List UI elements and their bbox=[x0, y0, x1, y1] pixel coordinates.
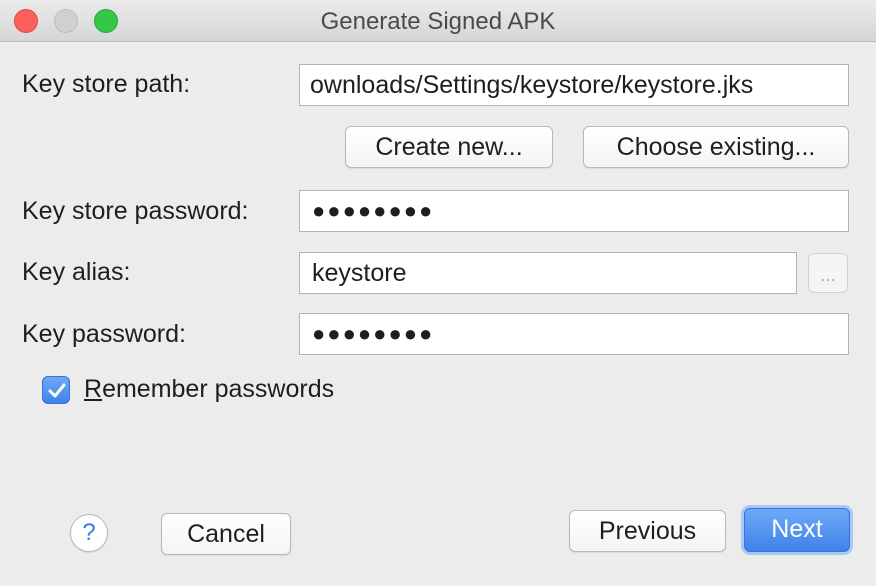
keystore-path-field[interactable]: ownloads/Settings/keystore/keystore.jks bbox=[299, 64, 849, 106]
keystore-password-label: Key store password: bbox=[22, 197, 249, 225]
key-alias-field[interactable]: keystore bbox=[299, 252, 797, 294]
choose-existing-button[interactable]: Choose existing... bbox=[583, 126, 849, 168]
remember-passwords-checkbox[interactable] bbox=[42, 376, 70, 404]
keystore-password-field[interactable]: ●●●●●●●● bbox=[299, 190, 849, 232]
window-title: Generate Signed APK bbox=[320, 8, 556, 35]
create-new-button[interactable]: Create new... bbox=[345, 126, 553, 168]
key-alias-label: Key alias: bbox=[22, 258, 131, 286]
checkmark-icon bbox=[48, 383, 66, 398]
keystore-path-value: ownloads/Settings/keystore/keystore.jks bbox=[310, 71, 754, 99]
remember-passwords-label[interactable]: Remember passwords bbox=[84, 375, 334, 404]
title-bar: Generate Signed APK bbox=[0, 0, 876, 42]
next-button[interactable]: Next bbox=[744, 508, 850, 552]
previous-button[interactable]: Previous bbox=[569, 510, 726, 552]
key-alias-browse-button[interactable]: ... bbox=[808, 253, 848, 293]
remember-mnemonic: R bbox=[84, 375, 103, 403]
help-button[interactable]: ? bbox=[70, 514, 108, 552]
cancel-button[interactable]: Cancel bbox=[161, 513, 291, 555]
key-password-label: Key password: bbox=[22, 320, 186, 348]
dialog-window: Generate Signed APK Key store path: ownl… bbox=[0, 0, 876, 586]
remember-label-rest: emember passwords bbox=[102, 375, 335, 403]
keystore-path-label: Key store path: bbox=[22, 70, 191, 98]
key-password-field[interactable]: ●●●●●●●● bbox=[299, 313, 849, 355]
